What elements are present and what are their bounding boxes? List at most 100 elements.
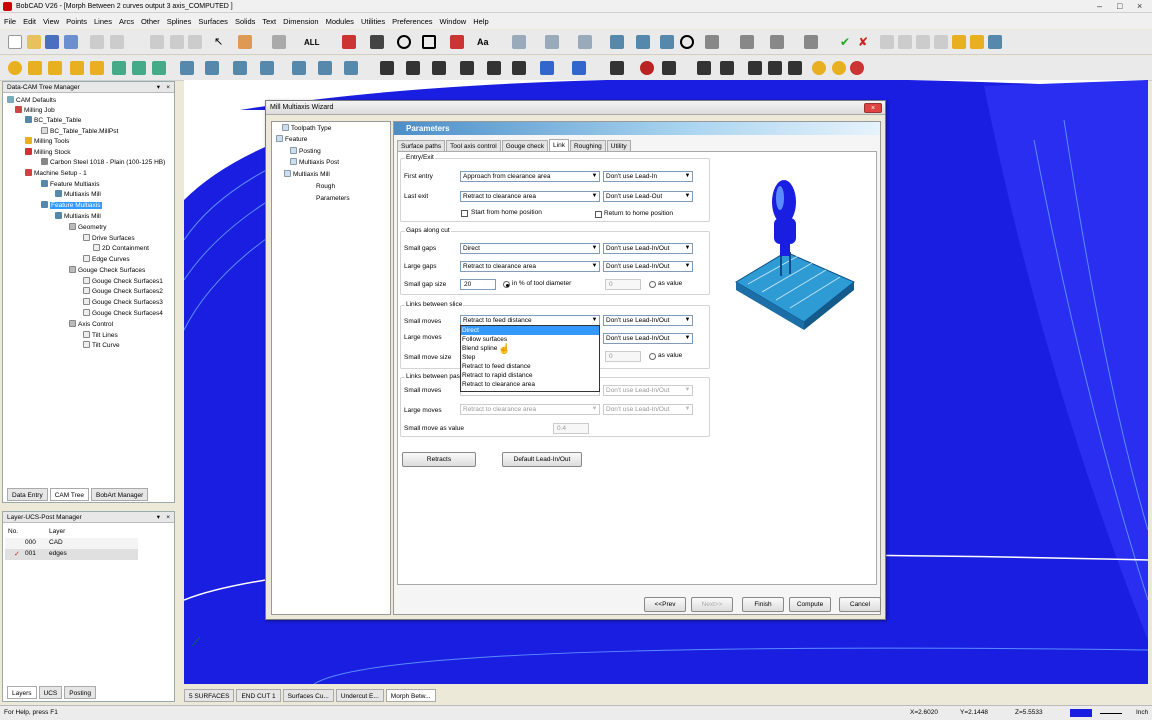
tree-item-material[interactable]: Carbon Steel 1018 - Plain (100-125 HB) — [41, 158, 165, 168]
sim-icon[interactable] — [812, 61, 826, 75]
measure-icon[interactable] — [740, 35, 754, 49]
pan-icon[interactable] — [660, 35, 674, 49]
save-icon[interactable] — [45, 35, 59, 49]
option-direct[interactable]: Direct — [461, 326, 599, 335]
post-icon[interactable] — [850, 61, 864, 75]
doc-tab-surfaces-cu[interactable]: Surfaces Cu... — [282, 689, 334, 702]
menu-splines[interactable]: Splines — [167, 17, 192, 26]
drill-icon[interactable] — [152, 61, 166, 75]
select-arrow-icon[interactable]: ↖ — [214, 35, 228, 49]
prev-button[interactable]: <<Prev — [644, 597, 686, 612]
tab-ucs[interactable]: UCS — [38, 686, 63, 699]
tree-item-tilt-curve[interactable]: Tilt Curve — [83, 341, 120, 351]
color-swatch-icon[interactable] — [1070, 709, 1092, 717]
tree-item-gouge-check[interactable]: Gouge Check Surfaces — [69, 266, 145, 276]
disabled-tool-2-icon[interactable] — [898, 35, 912, 49]
pin-icon[interactable]: ▾ — [157, 82, 160, 93]
cylinder-icon[interactable] — [48, 61, 62, 75]
eye-icon[interactable] — [260, 61, 274, 75]
doc-tab-morph[interactable]: Morph Betw... — [385, 689, 436, 702]
curve-color-icon[interactable] — [450, 35, 464, 49]
tab-tool-axis-control[interactable]: Tool axis control — [446, 140, 501, 151]
menu-surfaces[interactable]: Surfaces — [198, 17, 228, 26]
close-button[interactable]: × — [1137, 0, 1142, 13]
menu-dimension[interactable]: Dimension — [283, 17, 318, 26]
tree-item-milling-stock[interactable]: Milling Stock — [25, 148, 70, 158]
grid-icon[interactable] — [545, 35, 559, 49]
pass-large-moves-dropdown[interactable]: Retract to clearance area ▼ — [460, 404, 600, 415]
rectangle-icon[interactable] — [422, 35, 436, 49]
tab-surface-paths[interactable]: Surface paths — [397, 140, 446, 151]
last-exit-lead-dropdown[interactable]: Don't use Lead-Out ▼ — [603, 191, 693, 202]
wizard-item-posting[interactable]: Posting — [290, 147, 321, 157]
doc-tab-undercut[interactable]: Undercut E... — [335, 689, 384, 702]
hourglass-icon[interactable] — [720, 61, 734, 75]
tree-item-edge-curves[interactable]: Edge Curves — [83, 255, 130, 265]
tree-item-multiaxis-mill-1[interactable]: Multiaxis Mill — [55, 190, 101, 200]
menu-points[interactable]: Points — [66, 17, 87, 26]
tab-link[interactable]: Link — [549, 139, 569, 151]
menu-arcs[interactable]: Arcs — [119, 17, 134, 26]
ungroup-icon[interactable] — [768, 61, 782, 75]
small-gaps-dropdown[interactable]: Direct ▼ — [460, 243, 600, 254]
extend-icon[interactable] — [432, 61, 446, 75]
wizard-item-multiaxis-mill[interactable]: Multiaxis Mill — [284, 170, 330, 180]
tree-item-milling-tools[interactable]: Milling Tools — [25, 137, 69, 147]
tree-item-feature-multiaxis-1[interactable]: Feature Multiaxis — [41, 180, 100, 190]
undo-icon[interactable] — [90, 35, 104, 49]
small-gaps-lead-dropdown[interactable]: Don't use Lead-In/Out ▼ — [603, 243, 693, 254]
point-style-icon[interactable] — [397, 35, 411, 49]
gap-abs-value-input[interactable]: 0 — [605, 279, 641, 290]
tree-item-machine-setup[interactable]: Machine Setup - 1 — [25, 169, 87, 179]
disabled-tool-icon[interactable] — [880, 35, 894, 49]
tree-item-tilt-lines[interactable]: Tilt Lines — [83, 331, 118, 341]
tree-item-gouge-2[interactable]: Gouge Check Surfaces2 — [83, 287, 163, 297]
option-retract-feed[interactable]: Retract to feed distance — [461, 362, 599, 371]
select-all-label[interactable]: ALL — [304, 38, 320, 47]
plane-icon[interactable] — [318, 61, 332, 75]
table-row[interactable]: 000 CAD — [5, 538, 138, 549]
tree-item-axis-control[interactable]: Axis Control — [69, 320, 113, 330]
large-gaps-lead-dropdown[interactable]: Don't use Lead-In/Out ▼ — [603, 261, 693, 272]
tab-posting[interactable]: Posting — [64, 686, 96, 699]
layer-pin-icon[interactable]: ▾ — [157, 512, 160, 523]
box-icon[interactable] — [28, 61, 42, 75]
mill-icon[interactable] — [132, 61, 146, 75]
menu-file[interactable]: File — [4, 17, 16, 26]
compute-button[interactable]: Compute — [789, 597, 831, 612]
dialog-close-icon[interactable]: × — [864, 103, 882, 113]
layer-close-icon[interactable]: × — [166, 512, 170, 523]
pass-small-lead-dropdown[interactable]: Don't use Lead-In/Out ▼ — [603, 385, 693, 396]
trim-icon[interactable] — [406, 61, 420, 75]
tree-item-multiaxis-mill-2[interactable]: Multiaxis Mill — [55, 212, 101, 222]
tab-utility[interactable]: Utility — [606, 140, 631, 151]
zoom-icon[interactable] — [610, 35, 624, 49]
disabled-tool-3-icon[interactable] — [916, 35, 930, 49]
tree-item-cam-defaults[interactable]: CAM Defaults — [7, 96, 56, 106]
snap-icon[interactable] — [512, 35, 526, 49]
stop-icon[interactable] — [640, 61, 654, 75]
reject-x-icon[interactable]: ✘ — [858, 35, 872, 49]
last-exit-dropdown[interactable]: Retract to clearance area ▼ — [460, 191, 600, 202]
doc-tab-end-cut[interactable]: END CUT 1 — [236, 689, 281, 702]
array-icon[interactable] — [487, 61, 501, 75]
shading-icon[interactable] — [205, 61, 219, 75]
option-follow-surfaces[interactable]: Follow surfaces — [461, 335, 599, 344]
copy-icon[interactable] — [170, 35, 184, 49]
text-style-icon[interactable]: Aa — [477, 37, 489, 47]
surface-icon[interactable] — [292, 61, 306, 75]
tree-item-table[interactable]: BC_Table_Table — [25, 116, 81, 126]
toolbox-icon[interactable] — [952, 35, 966, 49]
doc-tab-5-surfaces[interactable]: 5 SURFACES — [184, 689, 235, 702]
return-home-checkbox[interactable] — [595, 211, 602, 218]
tree-item-drive-surfaces[interactable]: Drive Surfaces — [83, 234, 135, 244]
hatch-icon[interactable] — [578, 35, 592, 49]
mirror-icon[interactable] — [512, 61, 526, 75]
tree-item-gouge-3[interactable]: Gouge Check Surfaces3 — [83, 298, 163, 308]
table-row[interactable]: ✓ 001 edges — [5, 549, 138, 560]
tab-bobart-manager[interactable]: BobArt Manager — [90, 488, 149, 501]
tree-item-gouge-4[interactable]: Gouge Check Surfaces4 — [83, 309, 163, 319]
paste-icon[interactable] — [188, 35, 202, 49]
checked-icon[interactable]: ✓ — [14, 550, 20, 558]
cut-tool-icon[interactable] — [697, 61, 711, 75]
